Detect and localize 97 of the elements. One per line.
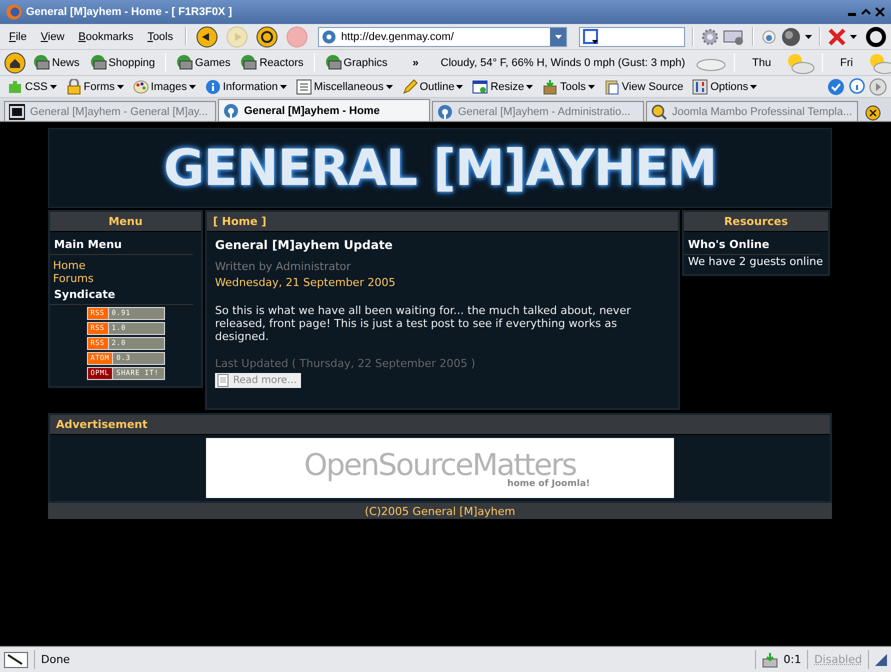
menu-item[interactable]: Tools (142, 30, 178, 42)
toolbar-menu[interactable]: Resize (469, 78, 536, 94)
pencil-icon (402, 78, 418, 94)
list-icon (296, 78, 312, 94)
caret-icon[interactable] (50, 84, 57, 88)
bookmark-folder[interactable]: Reactors (237, 55, 307, 70)
resize-grip-icon (875, 654, 887, 666)
puzzle-icon (7, 78, 23, 94)
menu-item[interactable]: File (4, 30, 32, 42)
toolbar-menu[interactable]: CSS (4, 78, 60, 94)
caret-icon[interactable] (188, 84, 196, 88)
toolbar-menu[interactable]: Information (202, 78, 290, 94)
home-icon[interactable] (4, 52, 26, 74)
panel-heading: Advertisement (50, 415, 830, 435)
caret-icon[interactable] (386, 84, 393, 88)
article-body: So this is what we have all been waiting for... the much talked about, never released, front page! This is just a test post to see if everything works as designed. (215, 304, 632, 343)
status-counter: 0:1 (784, 653, 802, 666)
footer-text: (C)2005 General [M]ayhem (48, 503, 832, 519)
dark-globe-icon[interactable] (781, 26, 802, 46)
folder-icon (33, 55, 50, 70)
info-icon (204, 78, 221, 94)
menu-link[interactable]: Forums (50, 272, 201, 285)
article-title: General [M]ayhem Update (215, 238, 394, 252)
caret-icon[interactable] (280, 84, 287, 88)
close-tab-icon[interactable] (865, 105, 881, 121)
overflow-chevron[interactable]: » (394, 56, 431, 68)
reload-button[interactable] (254, 26, 280, 48)
toolbar-menu[interactable]: Outline (398, 78, 466, 94)
site-logo-text: GENERAL [M]AYHEM (164, 139, 716, 197)
gear-icon[interactable] (701, 28, 720, 46)
ring-icon[interactable] (864, 26, 887, 48)
panel-heading: Menu (50, 212, 201, 232)
bookmark-folder[interactable]: News (30, 55, 83, 70)
menu-item[interactable]: Bookmarks (73, 30, 138, 42)
menu-item[interactable]: View (36, 30, 70, 42)
bookmark-folder[interactable]: Graphics (322, 55, 391, 70)
status-text: Done (41, 653, 70, 666)
window-icon (472, 78, 488, 94)
browser-tab[interactable]: General [M]ayhem - Home (218, 99, 430, 121)
folder-icon (240, 55, 258, 70)
toolbar-menu[interactable]: View Source (600, 78, 686, 94)
folder-icon (90, 55, 107, 70)
play-icon[interactable] (869, 78, 887, 96)
search-field[interactable] (579, 26, 686, 46)
folder-icon (324, 55, 342, 70)
folder-icon (176, 55, 194, 70)
last-updated: Last Updated ( Thursday, 22 September 2005 ) (215, 357, 476, 370)
menu-heading: Main Menu (50, 232, 193, 255)
online-text: We have 2 guests online (687, 255, 824, 270)
caret-icon[interactable] (456, 84, 464, 88)
ad-banner[interactable]: OpenSourceMatters home of Joomla! (206, 438, 674, 498)
site-logo-icon (9, 104, 25, 120)
maximize-icon[interactable] (861, 7, 871, 17)
weather-text: Cloudy, 54° F, 66% H, Winds 0 mph (Gust: 3 mph) (440, 56, 686, 68)
clipboard-icon (604, 78, 620, 94)
syndicate-heading: Syndicate (50, 286, 193, 305)
checkmark-icon[interactable] (827, 78, 845, 96)
toolbar-menu[interactable]: Forms (62, 78, 127, 94)
padlock-icon (66, 78, 82, 94)
caret-icon[interactable] (850, 34, 857, 38)
caret-icon[interactable] (805, 34, 812, 38)
panel-heading: Resources (684, 212, 828, 232)
forecast-day: Thu (742, 56, 780, 68)
caret-icon[interactable] (116, 84, 124, 88)
document-icon (217, 374, 229, 387)
bookmark-folder[interactable]: Games (173, 55, 234, 70)
breadcrumb: [ Home ] (207, 212, 678, 232)
menu-link[interactable]: Home (50, 259, 201, 272)
search-engine-icon (583, 28, 600, 44)
bookmark-folder[interactable]: Shopping (86, 55, 158, 70)
article-author: Written by Administrator (215, 260, 352, 273)
back-button[interactable] (194, 26, 220, 48)
address-field[interactable]: http://dev.genmay.com/ (318, 26, 568, 46)
palette-icon (132, 78, 149, 94)
caret-icon[interactable] (588, 84, 595, 88)
forecast-day: Fri (830, 56, 861, 68)
globe-icon (322, 30, 336, 44)
sliders-icon (692, 78, 708, 94)
online-heading: Who's Online (684, 232, 820, 255)
browser-logo-icon (6, 4, 22, 20)
download-icon[interactable] (762, 652, 778, 668)
settings-card-icon[interactable] (723, 28, 746, 46)
cross-icon[interactable] (828, 28, 846, 46)
window-title: General [M]ayhem - Home - [ F1R3F0X ] (26, 6, 232, 18)
toolbar-menu[interactable]: Miscellaneous (292, 78, 396, 94)
caret-icon[interactable] (750, 84, 758, 88)
toolbar-menu[interactable]: Images (130, 78, 199, 94)
toolbar-menu[interactable]: Tools (539, 78, 598, 94)
magnifier-icon (651, 104, 667, 120)
globe-icon (223, 102, 239, 118)
article-date: Wednesday, 21 September 2005 (215, 276, 396, 289)
globe-icon (437, 104, 453, 120)
info-bubble-icon[interactable] (848, 78, 866, 96)
toolbar-menu[interactable]: Options (689, 78, 760, 94)
box-icon (542, 78, 558, 94)
close-icon[interactable] (875, 7, 885, 17)
caret-icon[interactable] (526, 84, 534, 88)
